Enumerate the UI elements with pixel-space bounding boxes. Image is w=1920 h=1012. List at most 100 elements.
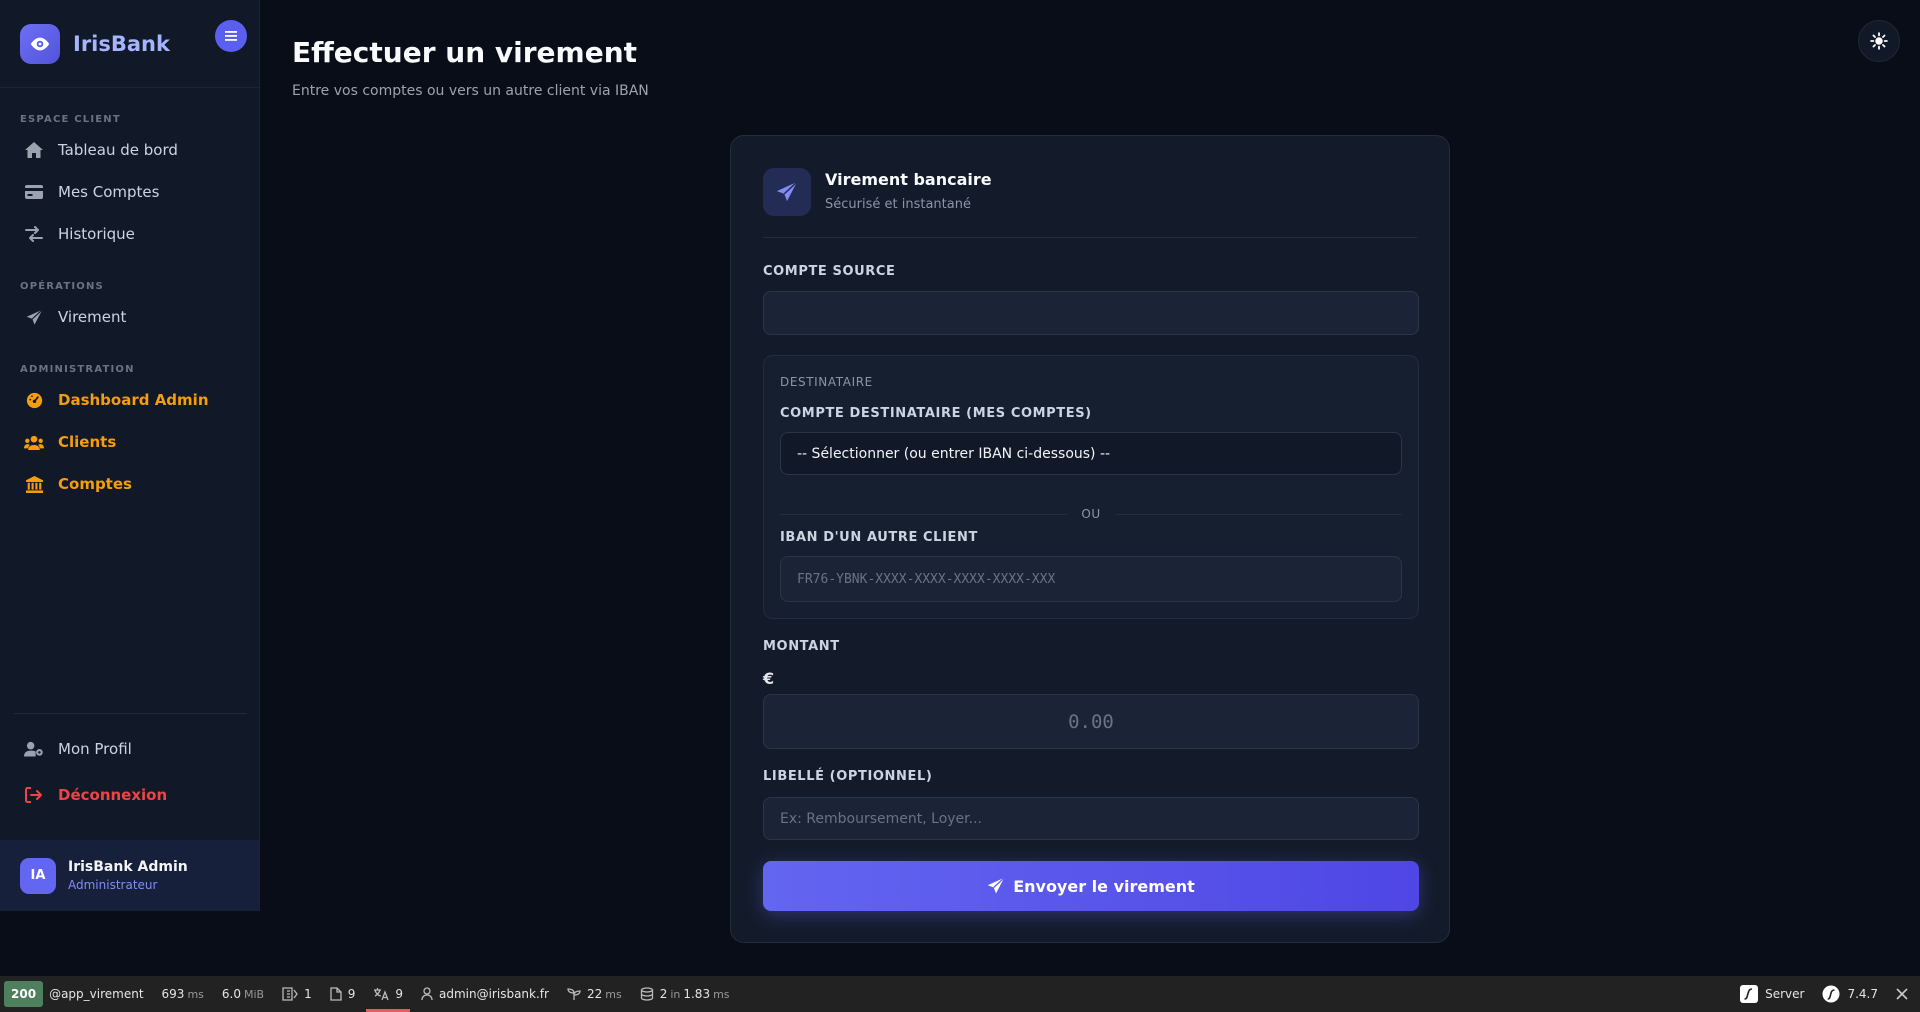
memo-input[interactable]: Ex: Remboursement, Loyer...: [763, 797, 1419, 840]
gauge-icon: [24, 390, 44, 410]
user-name: IrisBank Admin: [68, 859, 188, 875]
twig-icon: [567, 988, 581, 1000]
send-transfer-button[interactable]: Envoyer le virement: [763, 861, 1419, 911]
menu-toggle-button[interactable]: [215, 20, 247, 52]
brand: IrisBank: [0, 0, 259, 88]
translations-count: 9: [395, 987, 403, 1001]
sidebar-divider: [14, 713, 247, 714]
avatar: IA: [20, 857, 56, 894]
source-account-select[interactable]: [763, 291, 1419, 335]
twig-time: 22: [586, 987, 603, 1001]
or-separator: OU: [780, 506, 1403, 522]
card-title: Virement bancaire: [825, 170, 992, 189]
section-title: ADMINISTRATION: [20, 364, 135, 375]
sidebar-item-dashboard-admin[interactable]: Dashboard Admin: [12, 379, 247, 421]
logs-panel[interactable]: 1: [273, 976, 321, 1012]
status-code-badge[interactable]: 200: [4, 981, 44, 1007]
sidebar-item-label: Comptes: [58, 475, 132, 493]
separator-line: [780, 513, 1068, 515]
recipient-section-title: DESTINATAIRE: [780, 375, 873, 389]
db-time-unit: ms: [713, 987, 730, 1001]
sidebar-item-label: Déconnexion: [58, 786, 168, 804]
sidebar-item-label: Clients: [58, 433, 117, 451]
users-icon: [24, 432, 44, 452]
sidebar-item-dashboard[interactable]: Tableau de bord: [12, 129, 247, 171]
page-title: Effectuer un virement: [292, 36, 638, 69]
paper-plane-icon: [24, 307, 44, 327]
source-account-label: COMPTE SOURCE: [763, 264, 896, 279]
db-time: 1.83: [683, 987, 711, 1001]
nav-espace-client: ESPACE CLIENT Tableau de bord Mes Compte…: [0, 114, 259, 505]
brand-name[interactable]: IrisBank: [73, 32, 170, 56]
card-subtitle: Sécurisé et instantané: [825, 197, 971, 212]
iban-label: IBAN D'UN AUTRE CLIENT: [780, 530, 978, 545]
debug-toolbar: 200 @app_virement 693 ms 6.0 MiB 1 9 9 a…: [0, 976, 1920, 1012]
request-time-unit: ms: [187, 987, 204, 1001]
sidebar-item-label: Tableau de bord: [58, 141, 178, 159]
sidebar-item-transfer[interactable]: Virement: [12, 296, 247, 338]
hamburger-icon: [225, 31, 237, 41]
amount-placeholder: 0.00: [1068, 710, 1114, 733]
symfony-version: 7.4.7: [1847, 987, 1878, 1001]
sidebar-item-history[interactable]: Historique: [12, 213, 247, 255]
home-icon: [24, 140, 44, 160]
sidebar-item-comptes[interactable]: Comptes: [12, 463, 247, 505]
memory-value: 6.0: [221, 987, 241, 1001]
close-icon: [1896, 988, 1908, 1000]
database-panel[interactable]: 2 in 1.83 ms: [631, 976, 739, 1012]
logs-count: 1: [304, 987, 312, 1001]
server-panel[interactable]: Server: [1731, 976, 1813, 1012]
amount-input[interactable]: 0.00: [763, 694, 1419, 749]
section-title: OPÉRATIONS: [20, 281, 104, 292]
sun-icon: [1870, 32, 1888, 50]
memo-label: LIBELLÉ (OPTIONNEL): [763, 769, 933, 784]
toolbar-right: Server 7.4.7: [1731, 976, 1920, 1012]
paper-plane-icon: [987, 877, 1005, 894]
db-in-text: in: [670, 987, 681, 1001]
sidebar-item-profile[interactable]: Mon Profil: [12, 726, 247, 772]
or-text: OU: [1081, 507, 1101, 521]
send-transfer-label: Envoyer le virement: [1013, 876, 1195, 896]
sidebar-item-clients[interactable]: Clients: [12, 421, 247, 463]
recipient-box: DESTINATAIRE COMPTE DESTINATAIRE (MES CO…: [763, 355, 1419, 619]
memory-usage[interactable]: 6.0 MiB: [213, 976, 273, 1012]
bank-icon: [24, 474, 44, 494]
symfony-version-panel[interactable]: 7.4.7: [1813, 976, 1887, 1012]
security-user-panel[interactable]: admin@irisbank.fr: [412, 976, 558, 1012]
close-toolbar-button[interactable]: [1887, 976, 1920, 1012]
exchange-icon: [24, 224, 44, 244]
iban-placeholder: FR76-YBNK-XXXX-XXXX-XXXX-XXXX-XXX: [797, 571, 1056, 587]
sidebar-bottom-nav: Mon Profil Déconnexion: [12, 726, 247, 818]
dest-account-label: COMPTE DESTINATAIRE (MES COMPTES): [780, 406, 1092, 421]
sidebar: IrisBank ESPACE CLIENT Tableau de bord M…: [0, 0, 260, 911]
user-icon: [421, 987, 433, 1001]
logged-user: admin@irisbank.fr: [439, 987, 549, 1001]
iban-input[interactable]: FR76-YBNK-XXXX-XXXX-XXXX-XXXX-XXX: [780, 556, 1402, 602]
route-name[interactable]: @app_virement: [43, 976, 152, 1012]
sidebar-item-label: Historique: [58, 225, 135, 243]
currency-symbol: €: [763, 669, 775, 688]
card-header: Virement bancaire Sécurisé et instantané: [763, 168, 1417, 238]
sidebar-item-logout[interactable]: Déconnexion: [12, 772, 247, 818]
separator-line: [1114, 513, 1403, 515]
amount-label: MONTANT: [763, 639, 840, 654]
user-role: Administrateur: [68, 878, 158, 892]
twig-time-unit: ms: [605, 987, 622, 1001]
eye-logo-icon[interactable]: [20, 23, 60, 64]
twig-panel[interactable]: 22 ms: [558, 976, 631, 1012]
theme-toggle-button[interactable]: [1858, 20, 1900, 62]
sidebar-item-label: Dashboard Admin: [58, 391, 209, 409]
user-profile-box[interactable]: IA IrisBank Admin Administrateur: [0, 840, 259, 911]
sidebar-item-label: Mes Comptes: [58, 183, 160, 201]
logout-icon: [24, 785, 44, 805]
translations-panel[interactable]: 9: [364, 976, 412, 1012]
forms-panel[interactable]: 9: [321, 976, 365, 1012]
sidebar-item-accounts[interactable]: Mes Comptes: [12, 171, 247, 213]
request-time[interactable]: 693 ms: [153, 976, 213, 1012]
request-time-value: 693: [161, 987, 185, 1001]
server-label: Server: [1765, 987, 1805, 1001]
forms-count: 9: [347, 987, 356, 1001]
dest-account-selected-value: -- Sélectionner (ou entrer IBAN ci-desso…: [797, 445, 1111, 462]
dest-account-select[interactable]: -- Sélectionner (ou entrer IBAN ci-desso…: [780, 432, 1402, 475]
page-subtitle: Entre vos comptes ou vers un autre clien…: [292, 83, 649, 99]
